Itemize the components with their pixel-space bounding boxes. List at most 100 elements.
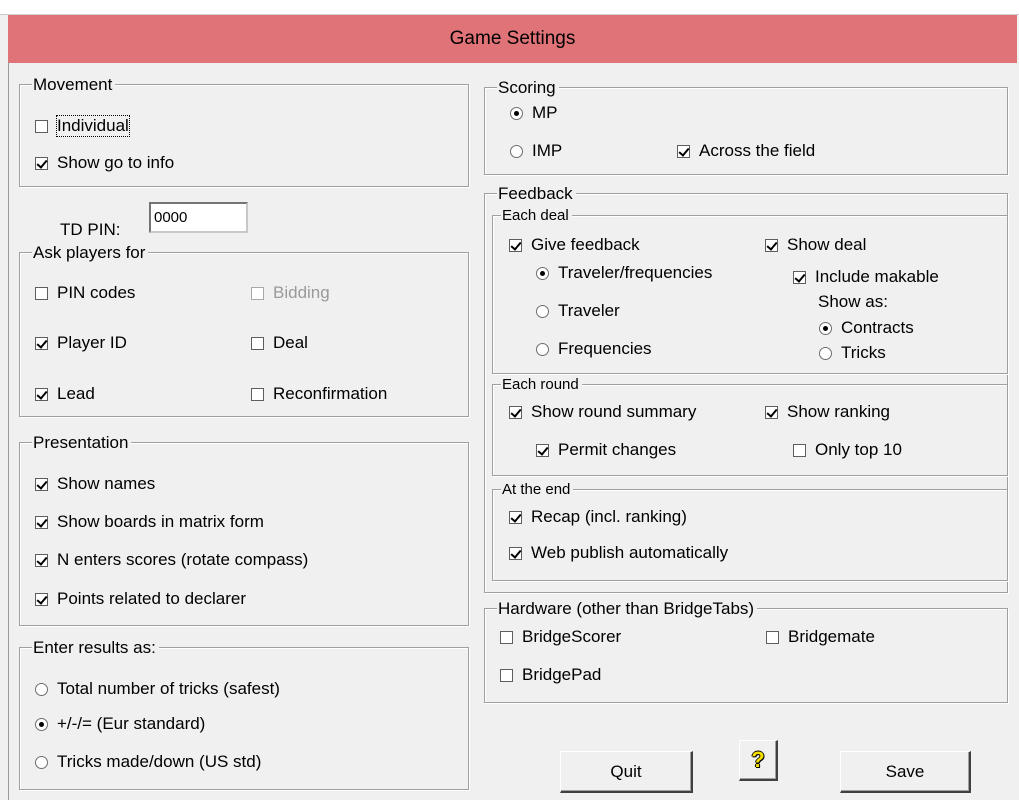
bridgepad-checkbox[interactable]: BridgePad xyxy=(500,665,601,685)
traveler-frequencies-radio-dot[interactable] xyxy=(536,266,549,280)
mp-radio[interactable]: MP xyxy=(510,103,558,123)
only-top-10-checkbox[interactable]: Only top 10 xyxy=(793,440,902,460)
permit-changes-checkbox-box[interactable] xyxy=(536,443,549,457)
player-id-checkbox-box[interactable] xyxy=(35,336,48,350)
tricks-made-down-radio-dot[interactable] xyxy=(35,755,48,769)
feedback-title: Feedback xyxy=(497,184,576,203)
movement-title: Movement xyxy=(32,75,116,94)
help-button[interactable]: ? xyxy=(739,740,778,781)
frequencies-radio-dot[interactable] xyxy=(536,342,549,356)
player-id-label: Player ID xyxy=(57,333,127,352)
web-publish-checkbox-box[interactable] xyxy=(509,546,522,560)
recap-checkbox-box[interactable] xyxy=(509,510,522,524)
n-enters-scores-checkbox-box[interactable] xyxy=(35,553,48,567)
contracts-radio[interactable]: Contracts xyxy=(819,318,914,338)
tricks-label: Tricks xyxy=(841,343,886,362)
permit-changes-checkbox[interactable]: Permit changes xyxy=(536,440,676,460)
reconfirmation-checkbox[interactable]: Reconfirmation xyxy=(251,384,387,404)
plus-minus-radio-dot[interactable] xyxy=(35,717,48,731)
presentation-title: Presentation xyxy=(32,433,132,452)
pin-codes-checkbox-box[interactable] xyxy=(35,286,48,300)
td-pin-input[interactable] xyxy=(149,202,248,233)
show-round-summary-checkbox[interactable]: Show round summary xyxy=(509,402,696,422)
imp-radio[interactable]: IMP xyxy=(510,141,562,161)
only-top-10-label: Only top 10 xyxy=(815,440,902,459)
include-makable-label: Include makable xyxy=(815,267,939,286)
save-button[interactable]: Save xyxy=(840,751,971,793)
frequencies-radio[interactable]: Frequencies xyxy=(536,339,652,359)
deal-checkbox[interactable]: Deal xyxy=(251,333,308,353)
traveler-frequencies-radio[interactable]: Traveler/frequencies xyxy=(536,263,712,283)
show-names-checkbox[interactable]: Show names xyxy=(35,474,155,494)
only-top-10-checkbox-box[interactable] xyxy=(793,443,806,457)
window-title: Game Settings xyxy=(449,28,576,49)
tricks-made-down-label: Tricks made/down (US std) xyxy=(57,752,262,771)
give-feedback-checkbox-box[interactable] xyxy=(509,238,522,252)
mp-radio-dot[interactable] xyxy=(510,106,523,120)
enter-results-title: Enter results as: xyxy=(32,638,159,657)
web-publish-label: Web publish automatically xyxy=(531,543,729,562)
show-boards-matrix-checkbox-box[interactable] xyxy=(35,515,48,529)
bridgemate-label: Bridgemate xyxy=(788,627,875,646)
show-ranking-label: Show ranking xyxy=(787,402,891,421)
show-round-summary-label: Show round summary xyxy=(531,402,697,421)
show-go-to-info-checkbox-box[interactable] xyxy=(35,156,48,170)
individual-checkbox[interactable]: Individual xyxy=(35,115,130,137)
bridgescorer-checkbox[interactable]: BridgeScorer xyxy=(500,627,621,647)
plus-minus-radio[interactable]: +/-/= (Eur standard) xyxy=(35,714,205,734)
show-ranking-checkbox-box[interactable] xyxy=(765,405,778,419)
show-ranking-checkbox[interactable]: Show ranking xyxy=(765,402,890,422)
player-id-checkbox[interactable]: Player ID xyxy=(35,333,127,353)
web-publish-checkbox[interactable]: Web publish automatically xyxy=(509,543,728,563)
save-button-label: Save xyxy=(885,761,925,781)
td-pin-label-text: TD PIN: xyxy=(60,220,121,239)
bridgescorer-checkbox-box[interactable] xyxy=(500,630,513,644)
quit-button[interactable]: Quit xyxy=(560,751,693,793)
n-enters-scores-label: N enters scores (rotate compass) xyxy=(57,550,309,569)
traveler-radio[interactable]: Traveler xyxy=(536,301,620,321)
bridgescorer-label: BridgeScorer xyxy=(522,627,622,646)
imp-radio-dot[interactable] xyxy=(510,144,523,158)
total-tricks-radio-dot[interactable] xyxy=(35,682,48,696)
contracts-radio-dot[interactable] xyxy=(819,321,832,335)
reconfirmation-checkbox-box[interactable] xyxy=(251,387,264,401)
traveler-radio-dot[interactable] xyxy=(536,304,549,318)
points-related-checkbox-box[interactable] xyxy=(35,592,48,606)
total-tricks-label: Total number of tricks (safest) xyxy=(57,679,280,698)
bridgepad-checkbox-box[interactable] xyxy=(500,668,513,682)
recap-checkbox[interactable]: Recap (incl. ranking) xyxy=(509,507,687,527)
mp-label: MP xyxy=(532,103,558,122)
at-the-end-title: At the end xyxy=(501,480,574,499)
across-field-checkbox-box[interactable] xyxy=(677,144,690,158)
include-makable-checkbox[interactable]: Include makable xyxy=(793,267,939,287)
show-go-to-info-checkbox[interactable]: Show go to info xyxy=(35,153,174,173)
bidding-label: Bidding xyxy=(273,283,330,302)
total-tricks-radio[interactable]: Total number of tricks (safest) xyxy=(35,679,280,699)
points-related-checkbox[interactable]: Points related to declarer xyxy=(35,589,246,609)
show-names-checkbox-box[interactable] xyxy=(35,477,48,491)
bridgemate-checkbox-box[interactable] xyxy=(766,630,779,644)
show-deal-checkbox[interactable]: Show deal xyxy=(765,235,866,255)
show-deal-checkbox-box[interactable] xyxy=(765,238,778,252)
pin-codes-checkbox[interactable]: PIN codes xyxy=(35,283,135,303)
include-makable-checkbox-box[interactable] xyxy=(793,270,806,284)
n-enters-scores-checkbox[interactable]: N enters scores (rotate compass) xyxy=(35,550,308,570)
deal-label: Deal xyxy=(273,333,308,352)
lead-checkbox[interactable]: Lead xyxy=(35,384,95,404)
show-round-summary-checkbox-box[interactable] xyxy=(509,405,522,419)
each-round-title: Each round xyxy=(501,375,582,394)
show-boards-matrix-checkbox[interactable]: Show boards in matrix form xyxy=(35,512,264,532)
tricks-radio-dot[interactable] xyxy=(819,346,832,360)
across-field-checkbox[interactable]: Across the field xyxy=(677,141,815,161)
tricks-made-down-radio[interactable]: Tricks made/down (US std) xyxy=(35,752,261,772)
hardware-title: Hardware (other than BridgeTabs) xyxy=(497,599,758,618)
tricks-radio[interactable]: Tricks xyxy=(819,343,886,363)
individual-checkbox-box[interactable] xyxy=(35,119,48,133)
reconfirmation-label: Reconfirmation xyxy=(273,384,388,403)
deal-checkbox-box[interactable] xyxy=(251,336,264,350)
bridgemate-checkbox[interactable]: Bridgemate xyxy=(766,627,875,647)
show-as-label: Show as: xyxy=(818,292,888,312)
lead-checkbox-box[interactable] xyxy=(35,387,48,401)
give-feedback-checkbox[interactable]: Give feedback xyxy=(509,235,640,255)
left-edge xyxy=(8,62,9,800)
